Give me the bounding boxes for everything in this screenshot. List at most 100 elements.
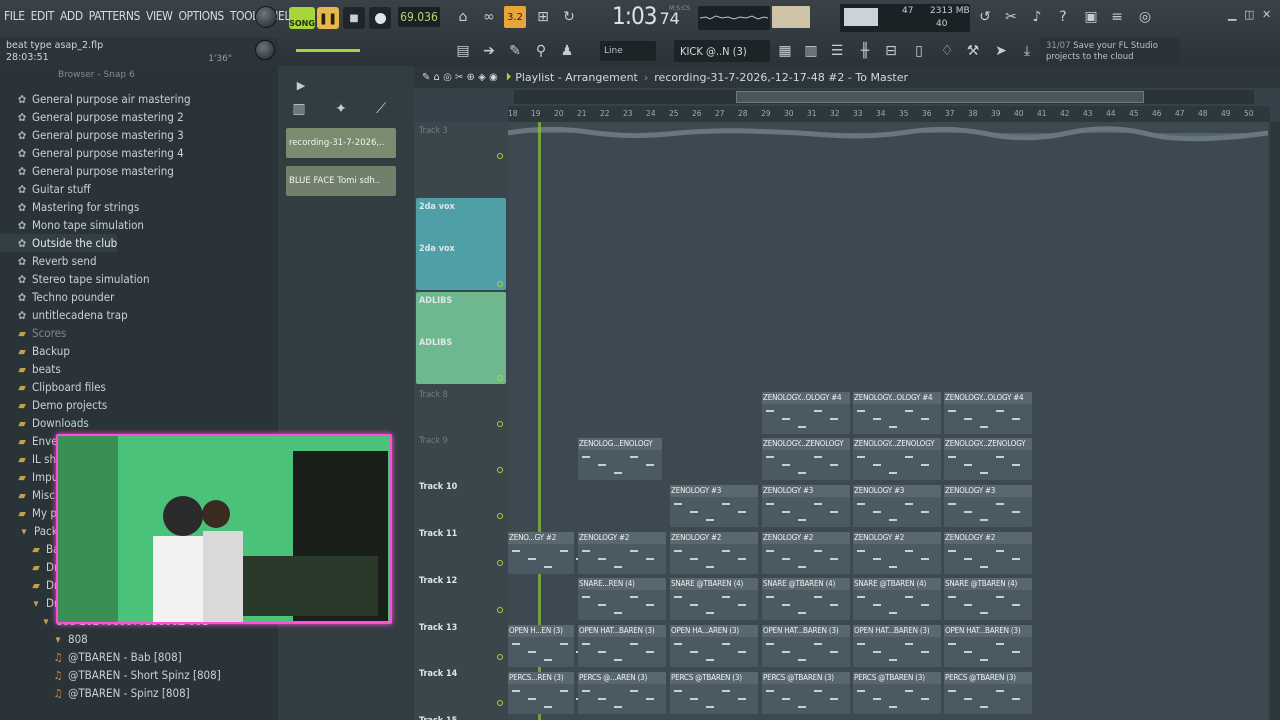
track-header[interactable]: Track 8 — [416, 386, 506, 430]
playlist-icon[interactable]: ▦ — [774, 40, 796, 62]
browser-item[interactable]: ✿ Mastering for strings — [0, 198, 139, 216]
track-header[interactable]: ADLIBS ADLIBS — [416, 292, 506, 384]
vertical-scrollbar[interactable] — [1270, 122, 1280, 720]
track-header[interactable]: Track 14 — [416, 665, 506, 709]
pattern-clip[interactable]: ZENOLOGY...OLOGY #4 — [944, 392, 1032, 434]
pattern-clip[interactable]: PERCS @TBAREN (3) — [944, 672, 1032, 714]
track-header[interactable]: Track 11 — [416, 525, 506, 569]
master-volume-knob[interactable] — [255, 6, 277, 28]
track-mute-indicator[interactable] — [497, 467, 503, 473]
stamp-icon[interactable]: ♟ — [556, 40, 578, 62]
browser-item[interactable]: ▰ Downloads — [0, 414, 89, 432]
blend-notes-icon[interactable]: ⊞ — [532, 6, 554, 28]
mixer-icon[interactable]: ≡ — [1106, 6, 1128, 28]
plugin-icon[interactable]: ⊟ — [880, 40, 902, 62]
tempo-display[interactable]: 69.036 — [398, 7, 440, 27]
channel-rack-icon[interactable]: ▥ — [800, 40, 822, 62]
browser-item[interactable]: ▰ Demo projects — [0, 396, 107, 414]
close-icon[interactable]: ✕ — [1262, 8, 1271, 21]
track-mute-indicator[interactable] — [497, 513, 503, 519]
browser-item[interactable]: ▰ Backup — [0, 342, 70, 360]
pattern-clip[interactable]: ZENOLOGY #2 — [670, 532, 758, 574]
pattern-clip[interactable]: ZENOLOGY...ZENOLOGY — [853, 438, 941, 480]
cable-icon[interactable]: ⟋ — [370, 98, 392, 120]
pattern-clip[interactable]: PERCS @...AREN (3) — [578, 672, 666, 714]
bird-icon[interactable]: ✦ — [330, 98, 352, 120]
edit-icon[interactable]: ✎ — [504, 40, 526, 62]
menu-file[interactable]: FILE — [4, 9, 25, 23]
track-header[interactable]: Track 10 — [416, 478, 506, 522]
pattern-clip[interactable]: OPEN HA...AREN (3) — [670, 625, 758, 667]
pattern-clip[interactable]: ZENO...GY #2 — [508, 532, 584, 574]
track-mute-indicator[interactable] — [497, 700, 503, 706]
pattern-clip[interactable]: PERCS @TBAREN (3) — [762, 672, 850, 714]
pattern-clip[interactable]: ZENOLOGY #2 — [853, 532, 941, 574]
track-header[interactable]: Track 15 — [416, 712, 506, 720]
pattern-clip[interactable]: PERCS...REN (3) — [508, 672, 584, 714]
pattern-clip[interactable]: SNARE @TBAREN (4) — [762, 578, 850, 620]
pattern-clip[interactable]: OPEN HAT...BAREN (3) — [578, 625, 666, 667]
pattern-clip[interactable]: SNARE @TBAREN (4) — [853, 578, 941, 620]
browser-item[interactable]: ✿ Guitar stuff — [0, 180, 91, 198]
metronome-icon[interactable]: ⌂ — [452, 6, 474, 28]
browser-item[interactable]: ♫ @TBAREN - Bab [808] — [0, 648, 182, 666]
menu-options[interactable]: OPTIONS — [178, 9, 224, 23]
pattern-clip[interactable]: ZENOLOGY #3 — [762, 485, 850, 527]
link-icon[interactable]: ⚲ — [530, 40, 552, 62]
pattern-clip[interactable]: SNARE @TBAREN (4) — [670, 578, 758, 620]
track-mute-indicator[interactable] — [497, 421, 503, 427]
pattern-clip[interactable]: OPEN H...EN (3) — [508, 625, 584, 667]
pattern-clip[interactable]: OPEN HAT...BAREN (3) — [853, 625, 941, 667]
chat-icon[interactable]: ◎ — [1134, 6, 1156, 28]
browser-item[interactable]: ✿ General purpose mastering 3 — [0, 126, 184, 144]
playlist-grid[interactable]: ZENOLOGY...OLOGY #4 ZENOLOGY...OLOGY #4 ZE… — [508, 122, 1268, 720]
browser-icon[interactable]: ▯ — [908, 40, 930, 62]
browser-item[interactable]: ✿ Outside the club — [0, 234, 118, 252]
stop-button[interactable]: ■ — [343, 7, 365, 29]
browser-item[interactable]: ✿ General purpose mastering — [0, 162, 174, 180]
menu-patterns[interactable]: PATTERNS — [89, 9, 141, 23]
browser-item[interactable]: ✿ Reverb send — [0, 252, 97, 270]
pattern-clip[interactable]: OPEN HAT...BAREN (3) — [762, 625, 850, 667]
pattern-clip[interactable]: ZENOLOGY #3 — [670, 485, 758, 527]
microphone-icon[interactable]: ♪ — [1026, 6, 1048, 28]
pattern-clip[interactable]: ZENOLOGY #2 — [762, 532, 850, 574]
pattern-clip[interactable]: PERCS @TBAREN (3) — [853, 672, 941, 714]
track-header[interactable]: 2da vox 2da vox — [416, 198, 506, 290]
browser-item[interactable]: ✿ Mono tape simulation — [0, 216, 144, 234]
pattern-clip[interactable]: SNARE @TBAREN (4) — [944, 578, 1032, 620]
snap-mode-select[interactable]: Line — [600, 41, 656, 61]
scroll-thumb[interactable] — [736, 91, 1144, 103]
menu-add[interactable]: ADD — [60, 9, 83, 23]
track-mute-indicator[interactable] — [497, 153, 503, 159]
browser-item[interactable]: ♫ @TBAREN - Short Spinz [808] — [0, 666, 221, 684]
pattern-clip[interactable]: OPEN HAT...BAREN (3) — [944, 625, 1032, 667]
pattern-clip[interactable]: ZENOLOGY...ZENOLOGY — [944, 438, 1032, 480]
pattern-selector[interactable]: KICK @..N (3) — [674, 40, 770, 62]
menu-view[interactable]: VIEW — [146, 9, 173, 23]
menu-edit[interactable]: EDIT — [31, 9, 55, 23]
browser-item[interactable]: ✿ Stereo tape simulation — [0, 270, 150, 288]
timeline-ruler[interactable]: 18 19 20 21 22 23 24 25 26 27 28 29 30 31 32 33 34 35 36 37… — [508, 106, 1270, 122]
track-mute-indicator[interactable] — [497, 281, 503, 287]
browser-item[interactable]: ♫ @TBAREN - Spinz [808] — [0, 684, 190, 702]
download-icon[interactable]: ⤓ — [1016, 40, 1038, 62]
pattern-clip[interactable]: ZENOLOGY #2 — [944, 532, 1032, 574]
pause-button[interactable]: ❚❚ — [317, 7, 339, 29]
pattern-clip[interactable]: ZENOLOG...ENOLOGY — [578, 438, 662, 480]
track-mute-indicator[interactable] — [497, 607, 503, 613]
master-pitch-knob[interactable] — [255, 40, 275, 60]
pattern-clip[interactable]: SNARE...REN (4) — [578, 578, 666, 620]
browser-item[interactable]: ▾ 808 — [0, 630, 88, 648]
track-header[interactable]: Track 12 — [416, 572, 506, 616]
track-mute-indicator[interactable] — [497, 375, 503, 381]
minimize-icon[interactable]: ▁ — [1228, 8, 1236, 21]
plugin-picker-icon[interactable]: ♢ — [936, 40, 958, 62]
browser-item[interactable]: ▰ beats — [0, 360, 61, 378]
browser-item[interactable]: ✿ General purpose mastering 2 — [0, 108, 184, 126]
playlist-play-icon[interactable]: ⏵ — [506, 70, 512, 84]
loop-record-icon[interactable]: ↻ — [558, 6, 580, 28]
scissors-icon[interactable]: ✂ — [1000, 6, 1022, 28]
channel-blue-face[interactable]: BLUE FACE Tomi sdh.. — [286, 166, 396, 196]
record-button[interactable] — [369, 7, 391, 29]
